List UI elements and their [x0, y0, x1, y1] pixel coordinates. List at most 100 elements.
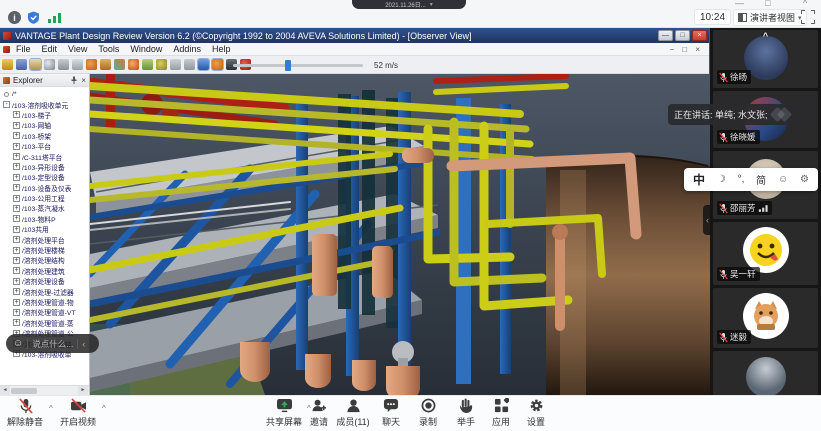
close-icon[interactable]: ×	[81, 76, 86, 85]
expand-icon[interactable]: +	[13, 122, 20, 129]
expand-icon[interactable]: +	[13, 226, 20, 233]
tree-item[interactable]: +/溶剂处理管道-VT	[3, 307, 89, 317]
participant-tile[interactable]: 吴一轩	[713, 222, 818, 285]
globe-icon[interactable]	[156, 59, 167, 70]
app-minimize-button[interactable]: —	[658, 30, 673, 41]
start-video-button[interactable]: 开启视频	[55, 398, 101, 428]
menu-edit[interactable]: Edit	[42, 44, 58, 54]
settings-button[interactable]: 设置	[513, 398, 559, 428]
views-icon[interactable]	[198, 59, 209, 70]
snapshot-icon[interactable]	[170, 59, 181, 70]
tree-item[interactable]: +/溶剂处理结构	[3, 255, 89, 265]
app-close-button[interactable]: ×	[692, 30, 707, 41]
pin-icon[interactable]	[70, 76, 78, 84]
orbit-icon[interactable]	[86, 59, 97, 70]
expand-icon[interactable]: +	[13, 309, 20, 316]
tree-item[interactable]: +/溶剂处理设备	[3, 276, 89, 286]
menu-file[interactable]: File	[16, 44, 31, 54]
expand-icon[interactable]: +	[13, 143, 20, 150]
explorer-header[interactable]: Explorer ×	[0, 74, 89, 87]
tree-item[interactable]: +/溶剂处理管道-蒸	[3, 318, 89, 328]
scroll-up-chevron-icon[interactable]: ^	[763, 31, 768, 41]
tree-item[interactable]: +/103-平台	[3, 141, 89, 151]
sidebar-collapse-handle[interactable]: ‹	[703, 205, 712, 235]
scroll-left-icon[interactable]: ◄	[0, 386, 10, 395]
examine-icon[interactable]	[128, 59, 139, 70]
fly-icon[interactable]	[100, 59, 111, 70]
save-icon[interactable]	[16, 59, 27, 70]
menu-help[interactable]: Help	[212, 44, 231, 54]
tree-item[interactable]: +/溶剂处理楼梯	[3, 245, 89, 255]
select-icon[interactable]	[58, 59, 69, 70]
chevron-left-icon[interactable]: ‹	[82, 339, 85, 349]
tree-item[interactable]: +/溶剂处理-过滤器	[3, 286, 89, 296]
minimize-window-icon[interactable]: —	[735, 0, 744, 8]
simplified-toggle[interactable]: 简	[756, 172, 766, 187]
chat-placeholder[interactable]: 说点什么...	[32, 338, 73, 350]
participant-tile[interactable]: ^ 徐旸	[713, 30, 818, 88]
tree-item[interactable]: +/103-设备及仪表	[3, 183, 89, 193]
participant-tile[interactable]: 迷毅	[713, 288, 818, 348]
expand-icon[interactable]: +	[13, 205, 20, 212]
expand-icon[interactable]: +	[13, 247, 20, 254]
emoji-icon[interactable]: ☺	[778, 174, 788, 185]
tree-item[interactable]: +/103-物料P	[3, 214, 89, 224]
tree-root[interactable]: /*	[3, 89, 89, 99]
tree-item[interactable]: +/103-桥架	[3, 131, 89, 141]
expand-icon[interactable]: +	[13, 236, 20, 243]
signal-icon[interactable]	[47, 11, 62, 24]
collapse-window-icon[interactable]: ^	[803, 0, 807, 8]
update-icon[interactable]	[142, 59, 153, 70]
moon-icon[interactable]: ☽	[717, 174, 726, 185]
clock-icon[interactable]	[212, 59, 223, 70]
scroll-right-icon[interactable]: ►	[78, 386, 88, 395]
speed-slider-track[interactable]	[233, 64, 363, 67]
expand-icon[interactable]: +	[13, 215, 20, 222]
expand-icon[interactable]: +	[13, 299, 20, 306]
tree-item[interactable]: +/103-异形设备	[3, 162, 89, 172]
tree-item[interactable]: +/溶剂处理管道-物	[3, 297, 89, 307]
tree-item[interactable]: +/103-定型设备	[3, 172, 89, 182]
view-mode-button[interactable]: 演讲者视图 ▾	[733, 9, 807, 26]
expand-icon[interactable]: +	[13, 278, 20, 285]
expand-icon[interactable]: +	[13, 319, 20, 326]
app-title-bar[interactable]: VANTAGE Plant Design Review Version 6.2 …	[0, 28, 709, 43]
app-restore-button[interactable]: □	[675, 30, 690, 41]
scrollbar-thumb[interactable]	[11, 388, 37, 394]
participant-tile[interactable]	[713, 351, 818, 395]
expand-icon[interactable]: +	[13, 288, 20, 295]
gear-icon[interactable]: ⚙	[800, 174, 809, 185]
tree-item[interactable]: +/C-311塔平台	[3, 151, 89, 161]
restore-window-icon[interactable]: □	[765, 0, 770, 8]
expand-icon[interactable]: +	[13, 195, 20, 202]
tree-item[interactable]: +/103-蒸汽凝水	[3, 203, 89, 213]
menu-view[interactable]: View	[68, 44, 87, 54]
explorer-hscrollbar[interactable]: ◄ ►	[0, 385, 89, 395]
tree-item[interactable]: +/溶剂处理建筑	[3, 266, 89, 276]
punctuation-toggle[interactable]: °,	[738, 174, 745, 185]
info-icon[interactable]: i	[8, 11, 21, 24]
expand-icon[interactable]: +	[13, 153, 20, 160]
chat-input-pill[interactable]: ☺ 说点什么... ‹	[6, 334, 99, 353]
undo-icon[interactable]	[184, 59, 195, 70]
open-icon[interactable]	[2, 59, 13, 70]
video-options-chevron[interactable]: ^	[102, 404, 106, 413]
expand-icon[interactable]: +	[13, 257, 20, 264]
expand-icon[interactable]: +	[13, 267, 20, 274]
emoji-icon[interactable]: ☺	[13, 338, 23, 349]
tree-item[interactable]: +/103-梯子	[3, 110, 89, 120]
tree-item[interactable]: -/103-溶剂吸收单元	[3, 99, 89, 109]
expand-icon[interactable]: +	[13, 111, 20, 118]
menu-window[interactable]: Window	[130, 44, 162, 54]
mic-options-chevron[interactable]: ^	[49, 404, 53, 413]
expand-icon[interactable]: +	[13, 184, 20, 191]
speed-slider-thumb[interactable]	[285, 60, 291, 71]
collapse-icon[interactable]: -	[3, 101, 10, 108]
clipboard-icon[interactable]	[72, 59, 83, 70]
explorer-panel-icon[interactable]	[30, 59, 41, 70]
meeting-title-pill[interactable]: 2021.11.26日... ▾	[352, 0, 466, 9]
expand-icon[interactable]: +	[13, 132, 20, 139]
ime-mode-toggle[interactable]: 中	[693, 171, 705, 188]
tree-item[interactable]: +/103-网轴	[3, 120, 89, 130]
walk-icon[interactable]	[114, 59, 125, 70]
